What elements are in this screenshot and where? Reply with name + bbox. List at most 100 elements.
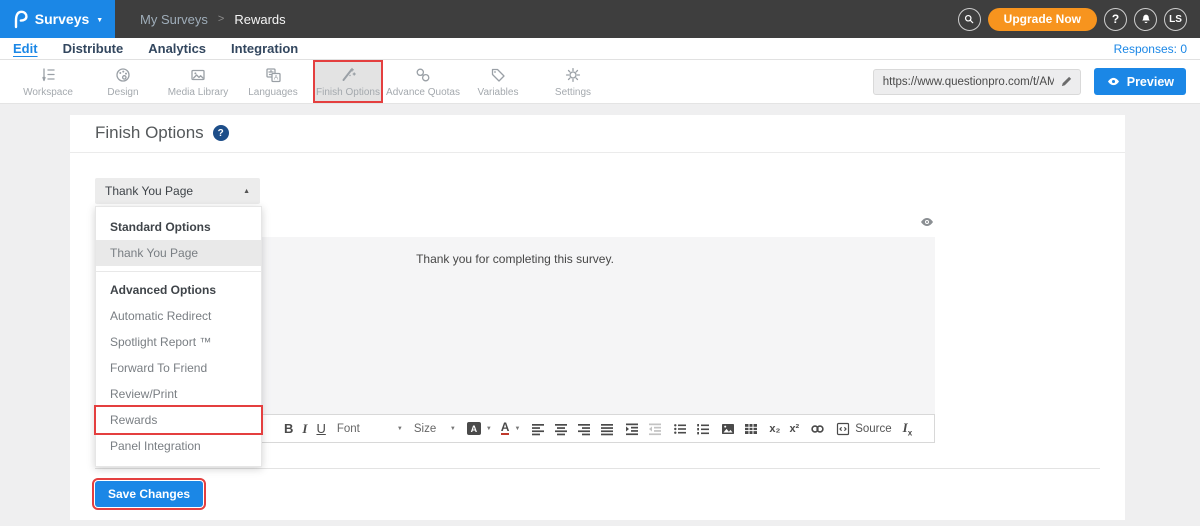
list-group	[673, 422, 710, 436]
survey-url-input[interactable]	[873, 69, 1081, 95]
upgrade-now-button[interactable]: Upgrade Now	[988, 8, 1097, 31]
help-button[interactable]: ?	[1104, 8, 1127, 31]
font-label: Font	[337, 423, 360, 435]
size-dropdown[interactable]: Size ▼	[414, 423, 456, 435]
toolbar-item-design[interactable]: Design	[88, 60, 158, 103]
svg-text:A: A	[274, 75, 279, 82]
subscript-button[interactable]: x₂	[769, 423, 780, 435]
bg-color-icon: A	[467, 422, 481, 435]
increase-indent-icon[interactable]	[625, 422, 639, 436]
toolbar-item-label: Workspace	[23, 87, 73, 98]
gear-icon	[564, 66, 582, 84]
toolbar-item-label: Variables	[478, 87, 519, 98]
numbered-list-icon[interactable]	[696, 422, 710, 436]
size-label: Size	[414, 423, 436, 435]
finish-options-panel: Finish Options ? Thank You Page ▲ Standa…	[70, 115, 1125, 520]
search-button[interactable]	[958, 8, 981, 31]
underline-button[interactable]: U	[316, 422, 325, 436]
align-left-icon[interactable]	[531, 422, 545, 436]
header-actions: Upgrade Now ? LS	[958, 0, 1200, 38]
magic-wand-icon	[339, 66, 357, 84]
menu-item-forward-to-friend[interactable]: Forward To Friend	[96, 355, 261, 381]
format-group: B I U	[284, 422, 326, 436]
toolbar-item-label: Media Library	[168, 87, 229, 98]
image-icon	[189, 66, 207, 84]
tab-distribute[interactable]: Distribute	[63, 41, 124, 56]
palette-icon	[114, 66, 132, 84]
editor-content: Thank you for completing this survey.	[416, 252, 614, 266]
eye-icon	[1106, 76, 1121, 87]
italic-button[interactable]: I	[302, 422, 307, 436]
url-preview-group: Preview	[873, 60, 1200, 103]
chevron-up-icon: ▲	[243, 188, 250, 195]
menu-divider	[96, 271, 261, 272]
top-header: Surveys ▼ My Surveys > Rewards Upgrade N…	[0, 0, 1200, 38]
brand-surveys-menu[interactable]: Surveys ▼	[0, 0, 115, 38]
chevron-down-icon: ▼	[450, 426, 456, 432]
preview-eye-icon[interactable]	[919, 216, 935, 228]
align-right-icon[interactable]	[577, 422, 591, 436]
notifications-button[interactable]	[1134, 8, 1157, 31]
align-center-icon[interactable]	[554, 422, 568, 436]
decrease-indent-icon[interactable]	[648, 422, 662, 436]
pencil-icon[interactable]	[1060, 75, 1073, 88]
brand-product-label: Surveys	[35, 11, 89, 27]
script-group: x₂ x²	[769, 423, 799, 435]
chevron-down-icon: ▼	[397, 426, 403, 432]
toolbar-item-settings[interactable]: Settings	[538, 60, 608, 103]
insert-table-icon[interactable]	[744, 422, 758, 436]
toolbar-item-workspace[interactable]: Workspace	[13, 60, 83, 103]
toolbar-item-finish-options[interactable]: Finish Options	[313, 60, 383, 103]
tab-analytics[interactable]: Analytics	[148, 41, 206, 56]
toolbar-item-languages[interactable]: A Languages	[238, 60, 308, 103]
toolbar-item-variables[interactable]: Variables	[463, 60, 533, 103]
breadcrumb-my-surveys[interactable]: My Surveys	[140, 12, 208, 27]
breadcrumb-separator: >	[218, 13, 224, 25]
menu-item-review-print[interactable]: Review/Print	[96, 381, 261, 407]
tab-integration[interactable]: Integration	[231, 41, 298, 56]
tab-edit[interactable]: Edit	[13, 41, 38, 56]
toolbar-item-advance-quotas[interactable]: Advance Quotas	[388, 60, 458, 103]
breadcrumb-current: Rewards	[234, 12, 285, 27]
preview-label: Preview	[1127, 75, 1174, 89]
background-color-button[interactable]: A ▼	[467, 422, 492, 435]
text-color-button[interactable]: A ▼	[501, 422, 521, 435]
menu-item-spotlight-report[interactable]: Spotlight Report ™	[96, 329, 261, 355]
menu-item-rewards[interactable]: Rewards	[96, 407, 261, 433]
toolbar-item-label: Settings	[555, 87, 591, 98]
link-icon[interactable]	[810, 422, 825, 436]
toolbar-item-media-library[interactable]: Media Library	[163, 60, 233, 103]
color-group: A ▼ A ▼	[467, 422, 521, 435]
menu-item-automatic-redirect[interactable]: Automatic Redirect	[96, 303, 261, 329]
translate-icon: A	[264, 66, 282, 84]
bell-icon	[1140, 13, 1152, 25]
menu-header-standard: Standard Options	[96, 214, 261, 240]
select-value: Thank You Page	[105, 184, 193, 198]
indent-group	[625, 422, 662, 436]
font-dropdown[interactable]: Font ▼	[337, 423, 403, 435]
source-label: Source	[855, 423, 891, 435]
avatar[interactable]: LS	[1164, 8, 1187, 31]
menu-item-panel-integration[interactable]: Panel Integration	[96, 433, 261, 459]
edit-toolbar: Workspace Design Media Library A Languag…	[0, 60, 1200, 104]
chevron-down-icon: ▼	[96, 15, 103, 24]
insert-image-icon[interactable]	[721, 422, 735, 436]
superscript-button[interactable]: x²	[789, 423, 799, 435]
preview-button[interactable]: Preview	[1094, 68, 1186, 95]
menu-item-thank-you-page[interactable]: Thank You Page	[96, 240, 261, 266]
title-help-icon[interactable]: ?	[213, 125, 229, 141]
save-changes-button[interactable]: Save Changes	[95, 481, 203, 507]
bold-button[interactable]: B	[284, 422, 293, 436]
finish-option-select[interactable]: Thank You Page ▲	[95, 178, 260, 204]
source-button[interactable]: Source	[836, 422, 891, 436]
responses-count[interactable]: Responses: 0	[1114, 42, 1187, 56]
breadcrumb: My Surveys > Rewards	[140, 0, 286, 38]
text-color-icon: A	[501, 422, 510, 435]
survey-url-wrap	[873, 69, 1081, 95]
toolbar-item-label: Advance Quotas	[386, 87, 460, 98]
bullet-list-icon[interactable]	[673, 422, 687, 436]
align-justify-icon[interactable]	[600, 422, 614, 436]
toolbar-item-label: Finish Options	[316, 87, 380, 98]
remove-format-button[interactable]: Ix	[903, 420, 913, 438]
search-icon	[963, 13, 975, 25]
